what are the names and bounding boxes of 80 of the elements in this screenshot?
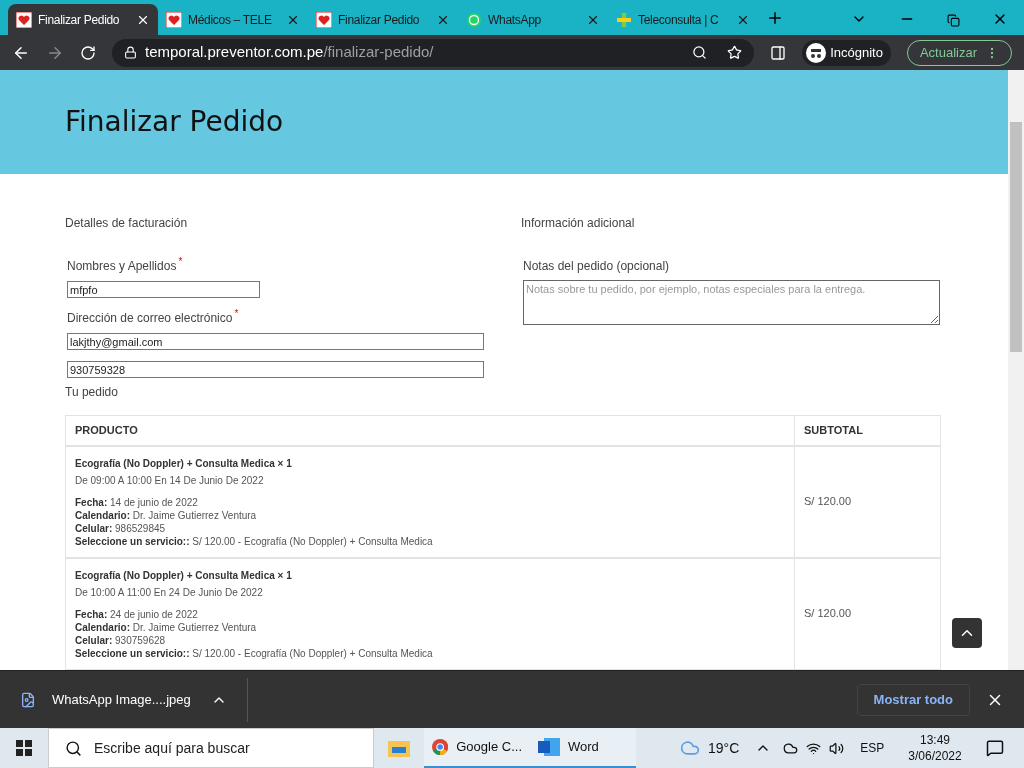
product-detail: Fecha: 14 de junio de 2022 (75, 495, 199, 509)
app-label: Word (568, 738, 599, 757)
weather-temperature[interactable]: 19°C (708, 737, 740, 759)
file-icon (20, 691, 36, 708)
clock-time[interactable]: 13:49 (919, 732, 950, 748)
windows-icon[interactable] (16, 740, 32, 756)
subtotal-cell: S/ 120.00 (804, 607, 852, 620)
zoom-icon[interactable] (692, 45, 708, 60)
column-header: SUBTOTAL (794, 415, 941, 446)
network-icon[interactable] (806, 740, 822, 756)
restore-icon[interactable] (947, 14, 960, 27)
url-host: temporal.preventor.com.pe (145, 42, 324, 63)
product-time: De 09:00 A 10:00 En 14 De Junio De 2022 (75, 473, 265, 488)
section-heading: Tu pedido (65, 384, 119, 401)
notifications-icon[interactable] (985, 739, 1004, 757)
field-label: Dirección de correo electrónico (67, 310, 233, 327)
document-app-icon (538, 736, 560, 758)
page-title: Finalizar Pedido (65, 104, 284, 140)
browser-tab[interactable]: WhatsApp (458, 4, 608, 35)
taskbar-app[interactable]: Word (530, 728, 636, 768)
section-heading: Detalles de facturación (65, 215, 189, 232)
cross-icon (616, 11, 632, 28)
product-detail: Celular: 986529845 (75, 521, 167, 535)
chat-icon (466, 11, 482, 28)
notes-field[interactable]: Notas sobre tu pedido, por ejemplo, notas especiales para la entrega. (523, 280, 940, 325)
download-file-name[interactable]: WhatsApp Image....jpeg (52, 689, 191, 710)
product-detail: Calendario: Dr. Jaime Gutierrez Ventura (75, 620, 258, 634)
product-name: Ecografía (No Doppler) + Consulta Medica × 1 (75, 456, 293, 471)
heart-icon (316, 11, 332, 28)
incognito-badge[interactable]: Incógnito (802, 39, 891, 66)
incognito-icon (806, 42, 827, 63)
tab-title: Médicos – TELE (188, 11, 273, 29)
product-detail: Fecha: 24 de junio de 2022 (75, 607, 199, 621)
product-time: De 10:00 A 11:00 En 24 De Junio De 2022 (75, 585, 264, 600)
tab-title: WhatsApp (488, 11, 542, 29)
input-field[interactable]: 930759328 (67, 361, 484, 378)
new-tab-icon[interactable] (766, 9, 784, 27)
product-detail: Calendario: Dr. Jaime Gutierrez Ventura (75, 508, 258, 522)
heart-icon (16, 11, 32, 28)
required-mark: * (178, 257, 183, 267)
search-placeholder: Escribe aquí para buscar (94, 738, 250, 758)
column-header: PRODUCTO (65, 415, 795, 446)
tab-title: Teleconsulta | C (638, 11, 720, 29)
field-label: Nombres y Apellidos (67, 258, 177, 275)
show-all-button[interactable]: Mostrar todo (856, 683, 970, 716)
field-label: Notas del pedido (opcional) (522, 258, 671, 275)
lock-icon (124, 46, 137, 59)
browser-tab[interactable]: Teleconsulta | C (608, 4, 758, 35)
heart-icon (166, 11, 182, 28)
search-icon (65, 739, 82, 757)
bookmark-icon[interactable] (727, 45, 743, 60)
taskbar-search-field[interactable]: Escribe aquí para buscar (48, 728, 374, 768)
chrome-icon (432, 736, 449, 758)
address-field[interactable]: temporal.preventor.com.pe/finalizar-pedido/ (112, 38, 755, 67)
app-label: Google C... (456, 738, 522, 757)
volume-icon[interactable] (829, 740, 845, 756)
language-indicator[interactable]: ESP (860, 739, 885, 757)
url-path: /finalizar-pedido/ (323, 42, 434, 63)
scroll-top-button[interactable] (952, 618, 982, 648)
taskbar-app[interactable]: Google C... (424, 728, 530, 768)
product-name: Ecografía (No Doppler) + Consulta Medica × 1 (75, 568, 293, 583)
product-detail: Seleccione un servicio:: S/ 120.00 - Ecografía (No Doppler) + Consulta Medica (75, 534, 434, 548)
subtotal-cell: S/ 120.00 (804, 495, 852, 508)
section-heading: Información adicional (521, 215, 636, 232)
input-field[interactable]: mfpfo (67, 281, 260, 298)
cloud-icon[interactable] (783, 740, 799, 756)
clock-date[interactable]: 3/06/2022 (908, 748, 962, 764)
browser-tab[interactable]: Finalizar Pedido (8, 4, 158, 35)
folder-icon[interactable] (388, 739, 410, 757)
scrollbar[interactable] (1008, 70, 1024, 670)
input-field[interactable]: lakjthy@gmail.com (67, 333, 484, 350)
product-detail: Seleccione un servicio:: S/ 120.00 - Ecografía (No Doppler) + Consulta Medica (75, 646, 434, 660)
tab-title: Finalizar Pedido (38, 11, 121, 29)
tab-title: Finalizar Pedido (338, 11, 421, 29)
side-panel-icon[interactable] (770, 44, 787, 61)
product-detail: Celular: 930759628 (75, 633, 167, 647)
browser-tab[interactable]: Médicos – TELE (158, 4, 308, 35)
reload-icon[interactable] (80, 44, 96, 61)
browser-tab[interactable]: Finalizar Pedido (308, 4, 458, 35)
required-mark: * (234, 309, 239, 319)
